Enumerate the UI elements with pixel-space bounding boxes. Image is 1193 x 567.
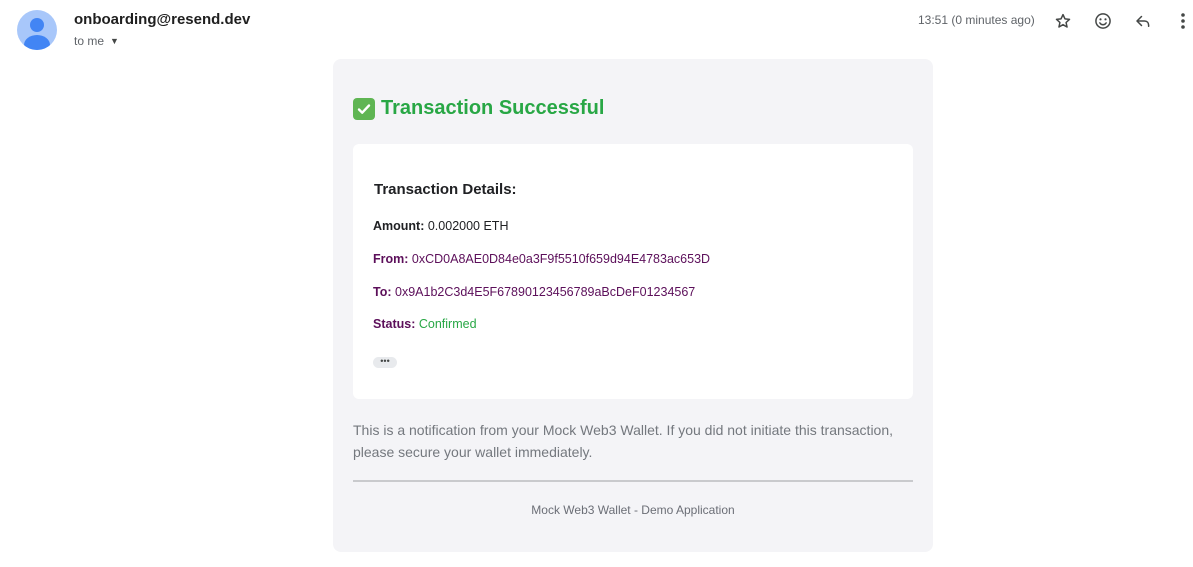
star-icon[interactable]: [1050, 8, 1076, 34]
sender-name[interactable]: onboarding@resend.dev: [74, 11, 250, 28]
transaction-details-box: Transaction Details: Amount: 0.002000 ET…: [353, 144, 913, 399]
email-title-text: Transaction Successful: [381, 97, 605, 119]
to-address: 0x9A1b2C3d4E5F67890123456789aBcDeF012345…: [395, 285, 696, 299]
amount-value: 0.002000 ETH: [427, 219, 509, 233]
status-row: Status: Confirmed: [373, 317, 477, 331]
chevron-down-icon[interactable]: ▼: [110, 36, 119, 46]
amount-label: Amount:: [373, 219, 425, 233]
check-mark-button-icon: [353, 97, 375, 120]
from-row: From: 0xCD0A8AE0D84e0a3F9f5510f659d94E47…: [373, 252, 710, 266]
security-note: This is a notification from your Mock We…: [353, 422, 894, 460]
avatar-icon[interactable]: [17, 10, 57, 50]
email-card: Transaction Successful Transaction Detai…: [333, 59, 933, 552]
footer-divider: [353, 480, 913, 482]
from-label: From:: [373, 252, 409, 266]
recipient-label: to me: [74, 34, 105, 48]
reply-icon[interactable]: [1130, 8, 1156, 34]
amount-row: Amount: 0.002000 ETH: [373, 219, 508, 233]
from-address: 0xCD0A8AE0D84e0a3F9f5510f659d94E4783ac65…: [411, 252, 711, 266]
emoji-icon[interactable]: [1090, 8, 1116, 34]
timestamp: 13:51 (0 minutes ago): [918, 13, 1035, 27]
email-footer: Mock Web3 Wallet - Demo Application: [531, 503, 735, 517]
show-trimmed-content-button[interactable]: •••: [373, 357, 397, 368]
status-label: Status:: [373, 317, 416, 331]
status-value: Confirmed: [418, 317, 477, 331]
more-vert-icon[interactable]: [1170, 8, 1193, 34]
recipient-line: to me ▼: [74, 34, 119, 48]
to-label: To:: [373, 285, 392, 299]
details-heading: Transaction Details:: [374, 181, 517, 198]
to-row: To: 0x9A1b2C3d4E5F67890123456789aBcDeF01…: [373, 285, 695, 299]
email-title: Transaction Successful: [353, 97, 604, 120]
email-view: onboarding@resend.dev to me ▼ 13:51 (0 m…: [0, 0, 1193, 567]
